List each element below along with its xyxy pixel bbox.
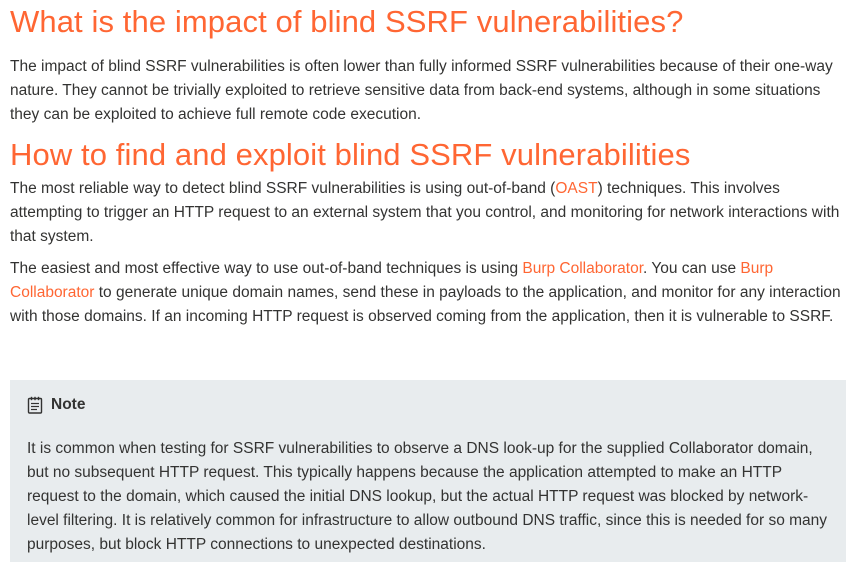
paragraph-detect: The most reliable way to detect blind SS… [10,177,846,249]
collaborator-text-3: to generate unique domain names, send th… [10,284,841,325]
detect-text-before: The most reliable way to detect blind SS… [10,180,556,197]
heading-find-exploit: How to find and exploit blind SSRF vulne… [10,137,691,172]
note-icon [27,396,43,414]
note-header: Note [27,394,829,416]
collaborator-text-1: The easiest and most effective way to us… [10,260,523,277]
oast-link[interactable]: OAST [555,180,597,197]
note-box: Note It is common when testing for SSRF … [10,380,846,562]
note-body: It is common when testing for SSRF vulne… [27,440,828,553]
burp-collaborator-link-1[interactable]: Burp Collaborator [522,260,643,277]
collaborator-text-2: . You can use [643,260,741,277]
heading-impact: What is the impact of blind SSRF vulnera… [10,4,684,39]
article-content: What is the impact of blind SSRF vulnera… [10,0,846,329]
paragraph-collaborator: The easiest and most effective way to us… [10,257,846,329]
paragraph-impact: The impact of blind SSRF vulnerabilities… [10,58,833,123]
note-title: Note [51,396,86,413]
